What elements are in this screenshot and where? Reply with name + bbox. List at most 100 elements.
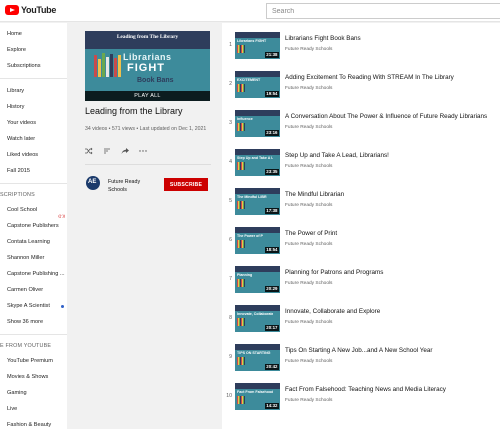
- playlist-video-row[interactable]: 8 Innovate, Collaborate 20:17 Innovate, Col…: [222, 301, 500, 338]
- video-title[interactable]: Librarians Fight Book Bans: [285, 35, 497, 42]
- video-title[interactable]: The Power of Print: [285, 230, 497, 237]
- video-duration: 18:54: [264, 247, 279, 253]
- sidebar-sub-skype-a-scientist[interactable]: Skype A Scientist: [0, 298, 67, 314]
- share-icon[interactable]: [121, 147, 129, 155]
- play-all-button[interactable]: PLAY ALL: [85, 91, 210, 101]
- youtube-logo[interactable]: YouTube: [5, 5, 56, 15]
- video-title[interactable]: Fact From Falsehood: Teaching News and M…: [285, 386, 497, 393]
- sidebar-item-subscriptions[interactable]: Subscriptions: [0, 58, 67, 74]
- video-thumbnail[interactable]: TIPS ON STARTING 20:42: [235, 344, 280, 371]
- sidebar-sub-carmen-oliver[interactable]: Carmen Oliver: [0, 282, 67, 298]
- video-title[interactable]: A Conversation About The Power & Influen…: [285, 113, 497, 120]
- books-icon: [237, 240, 245, 248]
- hero-title-line-1: Librarians: [123, 52, 172, 62]
- video-thumbnail[interactable]: Librarians FIGHT 21:38: [235, 32, 280, 59]
- video-title[interactable]: Step Up and Take A Lead, Librarians!: [285, 152, 497, 159]
- sidebar-heading-subscriptions: SCRIPTIONS: [0, 192, 35, 198]
- thumbnail-text: Influence: [237, 117, 253, 121]
- video-thumbnail[interactable]: Fact From Falsehood 14:32: [235, 383, 280, 410]
- sidebar-item-history[interactable]: History: [0, 99, 67, 115]
- playlist-video-row[interactable]: 2 EXCITEMENT 19:54 Adding Excitement To Rea…: [222, 67, 500, 104]
- playlist-video-row[interactable]: 4Step Up and Take A Lead23:35Step Up and…: [222, 145, 500, 182]
- video-thumbnail[interactable]: EXCITEMENT 19:54: [235, 71, 280, 98]
- thumbnail-text: The Mindful LIBR: [237, 195, 267, 199]
- video-thumbnail[interactable]: Innovate, Collaborate 20:17: [235, 305, 280, 332]
- video-channel[interactable]: Future Ready Schools: [285, 398, 332, 403]
- video-thumbnail[interactable]: The Power of P 18:54: [235, 227, 280, 254]
- video-channel[interactable]: Future Ready Schools: [285, 86, 332, 91]
- books-icon: [237, 84, 245, 92]
- video-thumbnail[interactable]: Planning 20:29: [235, 266, 280, 293]
- subscribe-button[interactable]: SUBSCRIBE: [164, 178, 208, 191]
- video-title[interactable]: Planning for Patrons and Programs: [285, 269, 497, 276]
- video-channel[interactable]: Future Ready Schools: [285, 320, 332, 325]
- video-title[interactable]: Tips On Starting A New Job...and A New S…: [285, 347, 497, 354]
- video-index: 9: [229, 354, 232, 360]
- video-channel[interactable]: Future Ready Schools: [285, 242, 332, 247]
- video-duration: 23:16: [264, 130, 279, 136]
- video-channel[interactable]: Future Ready Schools: [285, 47, 332, 52]
- video-thumbnail[interactable]: Step Up and Take A Lead 23:35: [235, 149, 280, 176]
- video-channel[interactable]: Future Ready Schools: [285, 203, 332, 208]
- sidebar: Home Explore Subscriptions Library Histo…: [0, 23, 67, 429]
- search-input[interactable]: [266, 3, 500, 19]
- sidebar-item-explore[interactable]: Explore: [0, 42, 67, 58]
- playlist-meta: 34 videos • 571 views • Last updated on …: [85, 126, 207, 132]
- sidebar-item-fall-2015[interactable]: Fall 2015: [0, 163, 67, 179]
- playlist-video-row[interactable]: 9 TIPS ON STARTING 20:42 Tips On Starting A…: [222, 340, 500, 377]
- sidebar-sub-contata-learning[interactable]: Contata Learning: [0, 234, 67, 250]
- sidebar-item-your-videos[interactable]: Your videos: [0, 115, 67, 131]
- video-thumbnail[interactable]: The Mindful LIBR 17:38: [235, 188, 280, 215]
- sidebar-sub-shannon-miller[interactable]: Shannon Miller: [0, 250, 67, 266]
- sidebar-sub-capstone-publishers[interactable]: Capstone Publishers: [0, 218, 67, 234]
- shuffle-icon[interactable]: [85, 147, 93, 155]
- sidebar-item-live[interactable]: Live: [0, 401, 67, 417]
- video-index: 1: [229, 42, 232, 48]
- youtube-play-icon: [5, 5, 19, 15]
- playlist-video-row[interactable]: 10 Fact From Falsehood 14:32 Fact From Fals…: [222, 379, 500, 416]
- video-title[interactable]: Innovate, Collaborate and Explore: [285, 308, 497, 315]
- thumbnail-text: Innovate, Collaborate: [237, 312, 273, 316]
- video-title[interactable]: Adding Excitement To Reading With STREAM…: [285, 74, 497, 81]
- video-thumbnail[interactable]: Influence 23:16: [235, 110, 280, 137]
- sidebar-item-gaming[interactable]: Gaming: [0, 385, 67, 401]
- sidebar-item-library[interactable]: Library: [0, 83, 67, 99]
- channel-avatar[interactable]: AE: [86, 176, 100, 190]
- video-channel[interactable]: Future Ready Schools: [285, 164, 332, 169]
- video-duration: 20:42: [264, 364, 279, 370]
- hero-subtitle: Leading from The Library: [116, 34, 179, 40]
- video-index: 5: [229, 198, 232, 204]
- channel-name[interactable]: Future Ready Schools: [108, 178, 158, 194]
- sidebar-item-youtube-premium[interactable]: YouTube Premium: [0, 353, 67, 369]
- sort-icon[interactable]: [103, 147, 111, 155]
- sidebar-sub-capstone-publishing[interactable]: Capstone Publishing ...: [0, 266, 67, 282]
- new-content-dot-icon: [61, 305, 64, 308]
- thumbnail-text: Fact From Falsehood: [237, 390, 273, 394]
- sidebar-item-fashion-beauty[interactable]: Fashion & Beauty: [0, 417, 67, 429]
- video-duration: 17:38: [264, 208, 279, 214]
- sidebar-divider: [0, 78, 67, 79]
- books-icon: [237, 162, 245, 170]
- video-duration: 20:17: [264, 325, 279, 331]
- sidebar-item-liked-videos[interactable]: Liked videos: [0, 147, 67, 163]
- sidebar-show-more[interactable]: Show 36 more: [0, 314, 67, 330]
- books-icon: [237, 201, 245, 209]
- playlist-video-row[interactable]: 7 Planning 20:29 Planning for Patrons and P…: [222, 262, 500, 299]
- video-duration: 14:32: [264, 403, 279, 409]
- books-icon: [237, 279, 245, 287]
- playlist-video-row[interactable]: 5 The Mindful LIBR 17:38 The Mindful Librar…: [222, 184, 500, 221]
- video-title[interactable]: The Mindful Librarian: [285, 191, 497, 198]
- sidebar-item-watch-later[interactable]: Watch later: [0, 131, 67, 147]
- video-channel[interactable]: Future Ready Schools: [285, 359, 332, 364]
- video-channel[interactable]: Future Ready Schools: [285, 281, 332, 286]
- video-index: 6: [229, 237, 232, 243]
- playlist-hero-thumbnail[interactable]: Leading from The Library Librarians FIGH…: [85, 31, 210, 101]
- playlist-video-row[interactable]: 1 Librarians FIGHT 21:38 Librarians Fight B…: [222, 28, 500, 65]
- playlist-video-row[interactable]: 3 Influence 23:16 A Conversation About The …: [222, 106, 500, 143]
- more-icon[interactable]: [139, 147, 147, 155]
- sidebar-item-home[interactable]: Home: [0, 26, 67, 42]
- sidebar-sub-cool-school[interactable]: Cool School ((·)): [0, 202, 67, 218]
- sidebar-item-movies-shows[interactable]: Movies & Shows: [0, 369, 67, 385]
- video-channel[interactable]: Future Ready Schools: [285, 125, 332, 130]
- playlist-video-row[interactable]: 6 The Power of P 18:54 The Power of Print Fu…: [222, 223, 500, 260]
